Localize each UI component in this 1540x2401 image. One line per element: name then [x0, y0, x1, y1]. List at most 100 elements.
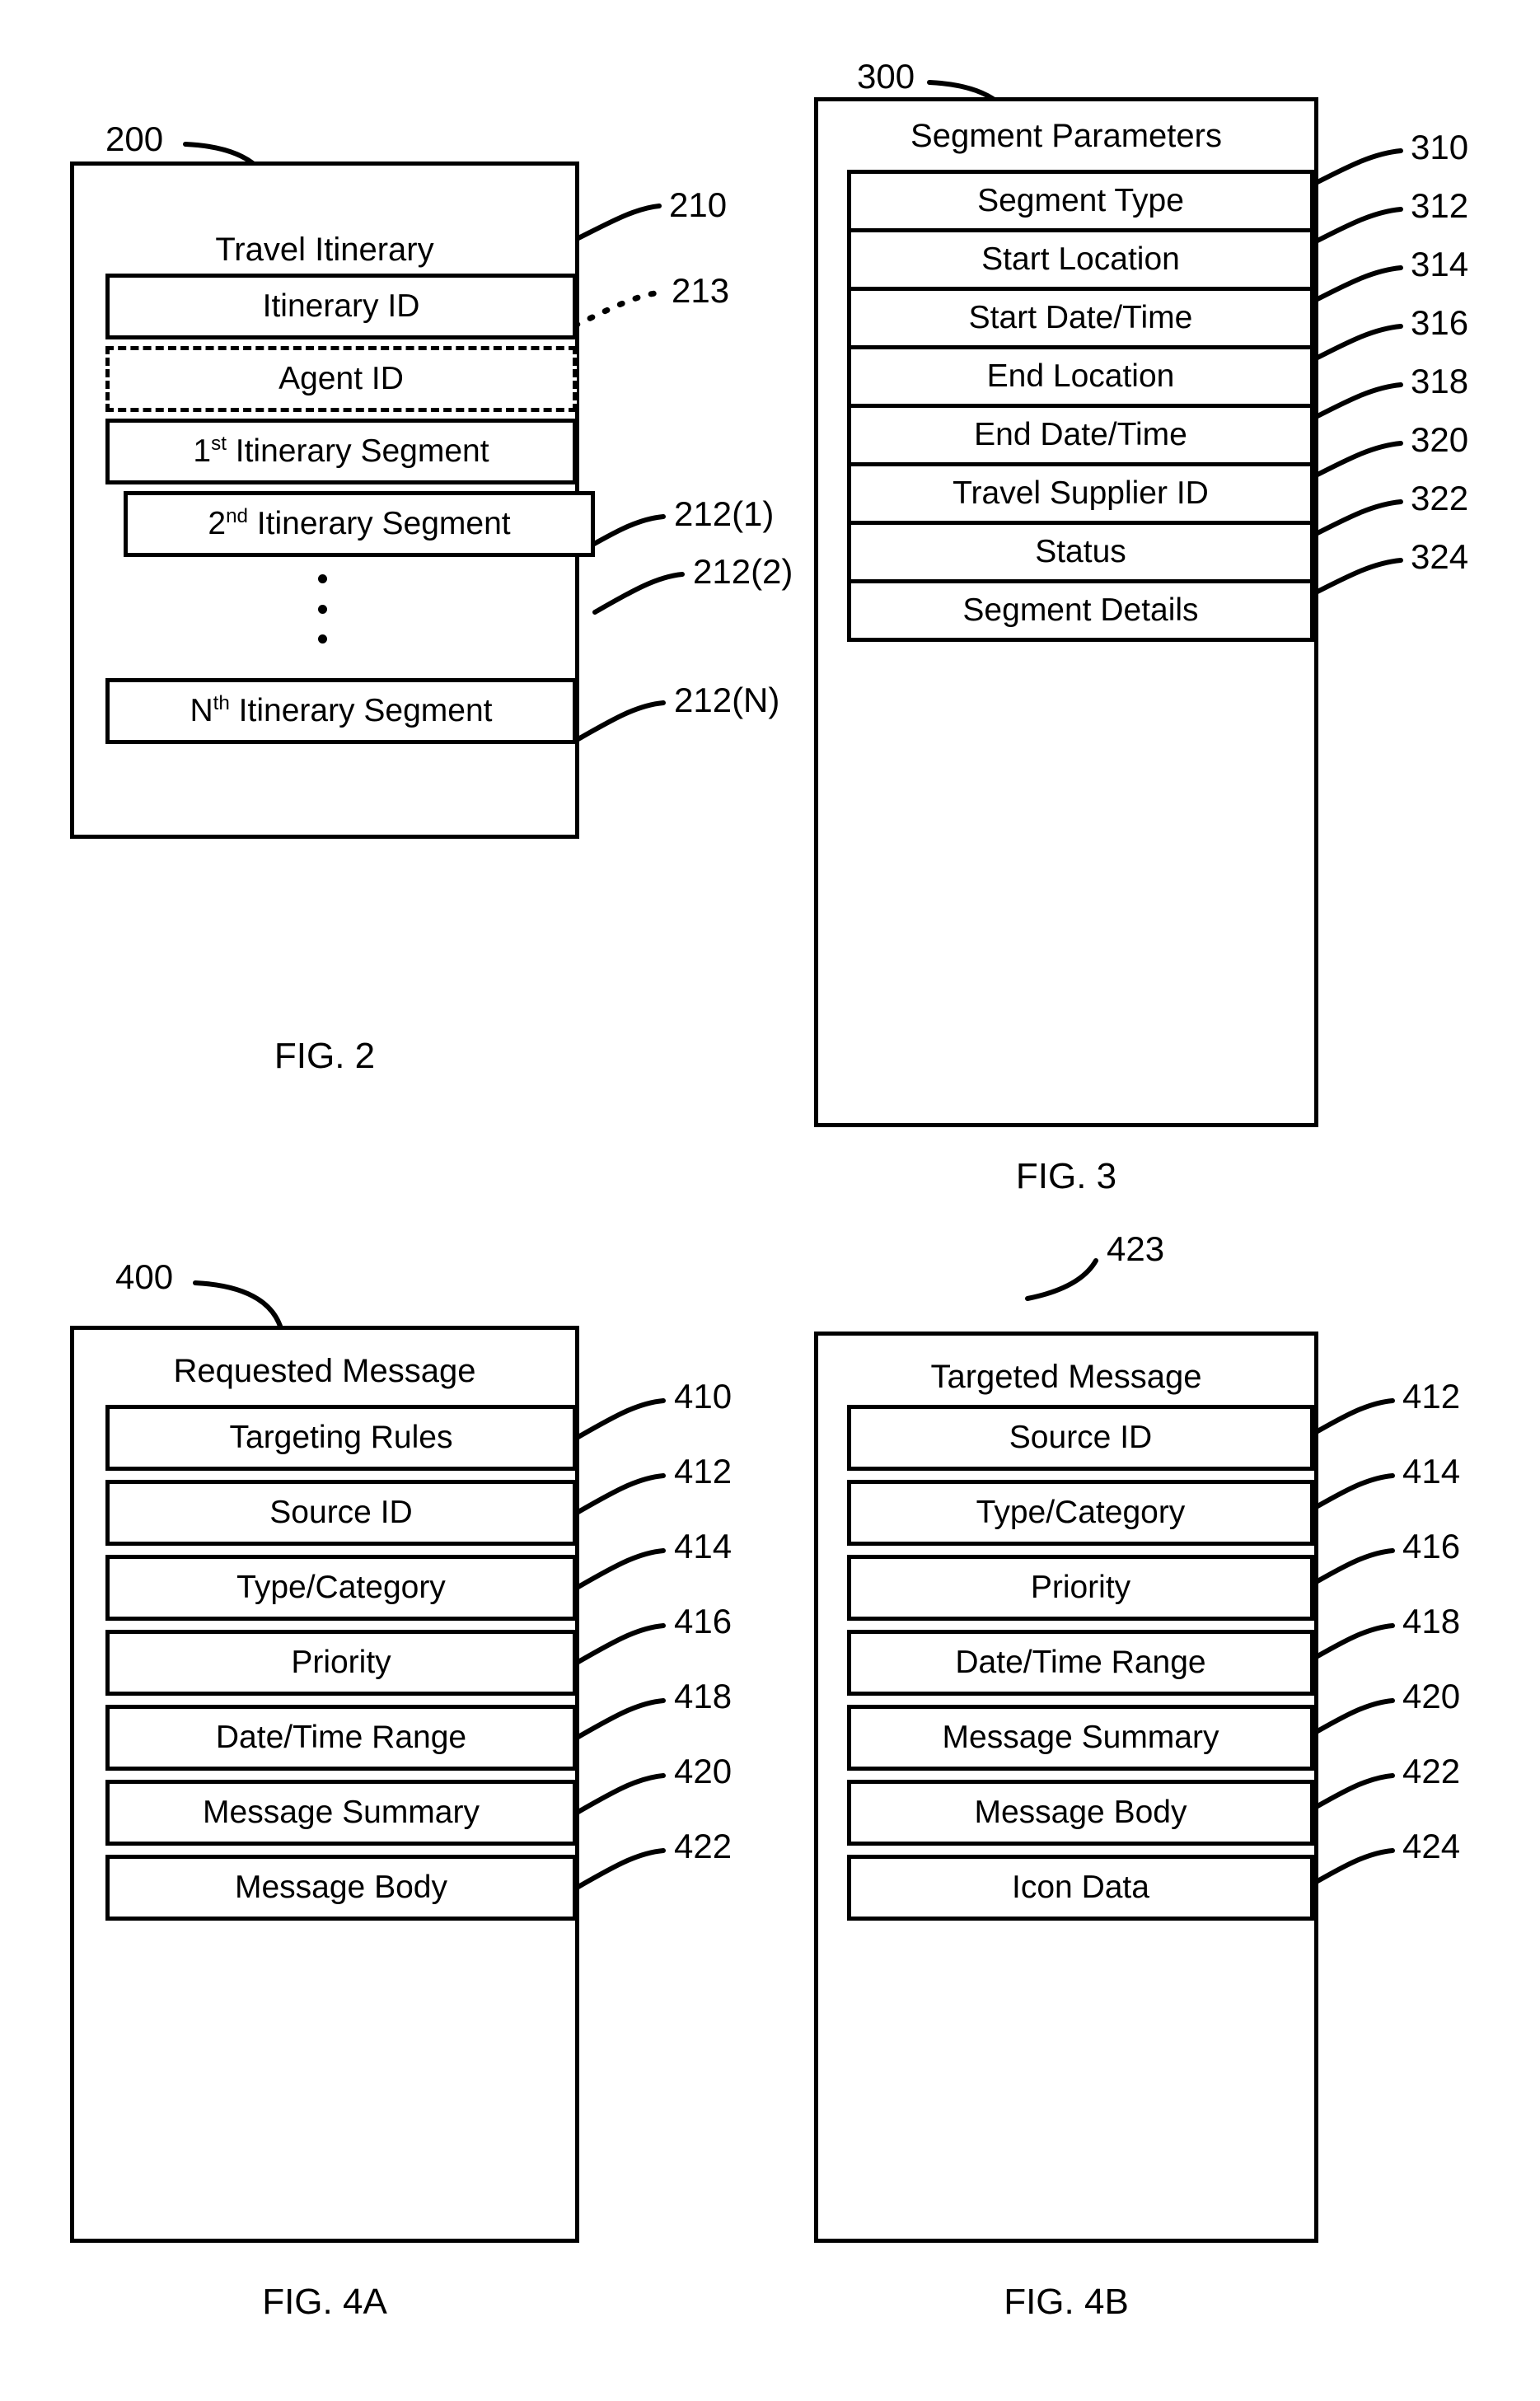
field-icon-data[interactable]: Icon Data	[847, 1855, 1314, 1921]
field-end-location[interactable]: End Location	[847, 345, 1314, 408]
leader-422b	[1304, 1773, 1395, 1815]
field-agent-id-label: Agent ID	[279, 361, 404, 396]
leader-410	[574, 1398, 666, 1440]
ref-numeral-418-4a: 418	[674, 1677, 733, 1715]
ref-numeral-314: 314	[1411, 245, 1469, 283]
leader-420a	[574, 1773, 666, 1815]
field-priority-4b[interactable]: Priority	[847, 1555, 1314, 1621]
leader-320	[1313, 441, 1403, 478]
ref-numeral-412-4b: 412	[1402, 1377, 1461, 1416]
field-end-date-time[interactable]: End Date/Time	[847, 404, 1314, 466]
figure-4a-caption: FIG. 4A	[262, 2282, 387, 2322]
segment-parameters-title: Segment Parameters	[910, 118, 1222, 154]
ref-numeral-210: 210	[669, 185, 728, 224]
ref-numeral-420-4b: 420	[1402, 1677, 1461, 1715]
field-source-id-4a[interactable]: Source ID	[105, 1480, 577, 1546]
field-itinerary-segment-1[interactable]: 1st Itinerary Segment	[105, 419, 577, 484]
field-icon-data-label: Icon Data	[1012, 1870, 1149, 1905]
field-message-summary-4b[interactable]: Message Summary	[847, 1705, 1314, 1771]
field-date-time-range-4b[interactable]: Date/Time Range	[847, 1630, 1314, 1696]
leader-418a	[574, 1698, 666, 1740]
ref-numeral-424-4b: 424	[1402, 1827, 1461, 1865]
field-end-location-label: End Location	[986, 358, 1175, 394]
ref-numeral-322: 322	[1411, 479, 1469, 517]
field-message-summary-4b-label: Message Summary	[942, 1720, 1219, 1755]
leader-412b	[1304, 1398, 1395, 1440]
leader-212-n	[574, 700, 666, 742]
field-message-summary-4a[interactable]: Message Summary	[105, 1780, 577, 1846]
field-date-time-range-4b-label: Date/Time Range	[955, 1645, 1206, 1680]
field-message-body-4a-label: Message Body	[235, 1870, 447, 1905]
ref-numeral-318: 318	[1411, 362, 1469, 400]
leader-314	[1313, 265, 1403, 302]
field-type-category-4b[interactable]: Type/Category	[847, 1480, 1314, 1546]
leader-416a	[574, 1623, 666, 1665]
ref-numeral-316: 316	[1411, 303, 1469, 342]
ellipsis-dot	[318, 634, 327, 644]
ref-numeral-412-4a: 412	[674, 1452, 733, 1491]
leader-423	[1025, 1258, 1098, 1301]
field-travel-supplier-id-label: Travel Supplier ID	[953, 475, 1209, 511]
leader-414b	[1304, 1473, 1395, 1515]
field-start-date-time-label: Start Date/Time	[968, 300, 1193, 335]
figure-4b-caption: FIG. 4B	[1004, 2282, 1129, 2322]
field-itinerary-segment-2[interactable]: 2nd Itinerary Segment	[124, 491, 595, 557]
ref-numeral-213: 213	[672, 271, 730, 310]
field-itinerary-segment-2-label: 2nd Itinerary Segment	[208, 505, 511, 541]
leader-212-2	[592, 572, 685, 615]
field-priority-4a[interactable]: Priority	[105, 1630, 577, 1696]
leader-210	[574, 204, 662, 241]
vertical-ellipsis-segments	[318, 574, 327, 644]
field-message-summary-4a-label: Message Summary	[203, 1795, 480, 1830]
field-targeting-rules[interactable]: Targeting Rules	[105, 1405, 577, 1471]
requested-message-title: Requested Message	[173, 1353, 476, 1389]
field-source-id-4b[interactable]: Source ID	[847, 1405, 1314, 1471]
field-segment-details-label: Segment Details	[962, 592, 1199, 628]
field-message-body-4a[interactable]: Message Body	[105, 1855, 577, 1921]
field-type-category-4a[interactable]: Type/Category	[105, 1555, 577, 1621]
field-segment-type[interactable]: Segment Type	[847, 170, 1314, 232]
field-start-date-time[interactable]: Start Date/Time	[847, 287, 1314, 349]
ref-numeral-320: 320	[1411, 420, 1469, 459]
ref-numeral-422-4a: 422	[674, 1827, 733, 1865]
field-date-time-range-4a-label: Date/Time Range	[215, 1720, 467, 1755]
field-start-location[interactable]: Start Location	[847, 228, 1314, 291]
ref-numeral-310: 310	[1411, 128, 1469, 166]
leader-310	[1313, 148, 1403, 185]
ref-numeral-416-4a: 416	[674, 1602, 733, 1640]
leader-312	[1313, 207, 1403, 244]
ref-numeral-418-4b: 418	[1402, 1602, 1461, 1640]
field-priority-4b-label: Priority	[1030, 1570, 1131, 1605]
ref-numeral-420-4a: 420	[674, 1752, 733, 1790]
figure-2-caption: FIG. 2	[274, 1036, 376, 1076]
field-message-body-4b-label: Message Body	[974, 1795, 1187, 1830]
ref-numeral-300: 300	[857, 57, 915, 96]
targeted-message-title: Targeted Message	[930, 1359, 1202, 1395]
ref-numeral-212-1: 212(1)	[674, 494, 775, 533]
leader-422a	[574, 1848, 666, 1890]
ref-numeral-414-4b: 414	[1402, 1452, 1461, 1491]
field-itinerary-segment-n[interactable]: Nth Itinerary Segment	[105, 678, 577, 744]
field-date-time-range-4a[interactable]: Date/Time Range	[105, 1705, 577, 1771]
field-status-label: Status	[1035, 534, 1126, 569]
ref-numeral-200: 200	[105, 119, 164, 158]
field-itinerary-id-label: Itinerary ID	[262, 288, 420, 324]
ref-numeral-414-4a: 414	[674, 1527, 733, 1566]
ref-numeral-423: 423	[1107, 1229, 1165, 1268]
field-segment-type-label: Segment Type	[977, 183, 1184, 218]
ref-numeral-400: 400	[115, 1257, 174, 1296]
field-itinerary-segment-n-label: Nth Itinerary Segment	[190, 692, 493, 728]
field-travel-supplier-id[interactable]: Travel Supplier ID	[847, 462, 1314, 525]
field-segment-details[interactable]: Segment Details	[847, 579, 1314, 642]
field-message-body-4b[interactable]: Message Body	[847, 1780, 1314, 1846]
field-agent-id[interactable]: Agent ID	[105, 346, 577, 412]
leader-412a	[574, 1473, 666, 1515]
leader-318	[1313, 382, 1403, 419]
field-status[interactable]: Status	[847, 521, 1314, 583]
field-itinerary-id[interactable]: Itinerary ID	[105, 274, 577, 339]
ref-numeral-212-n: 212(N)	[674, 681, 780, 719]
field-targeting-rules-label: Targeting Rules	[229, 1420, 453, 1455]
leader-213	[572, 289, 664, 329]
field-itinerary-segment-1-label: 1st Itinerary Segment	[193, 433, 489, 469]
leader-420b	[1304, 1698, 1395, 1740]
